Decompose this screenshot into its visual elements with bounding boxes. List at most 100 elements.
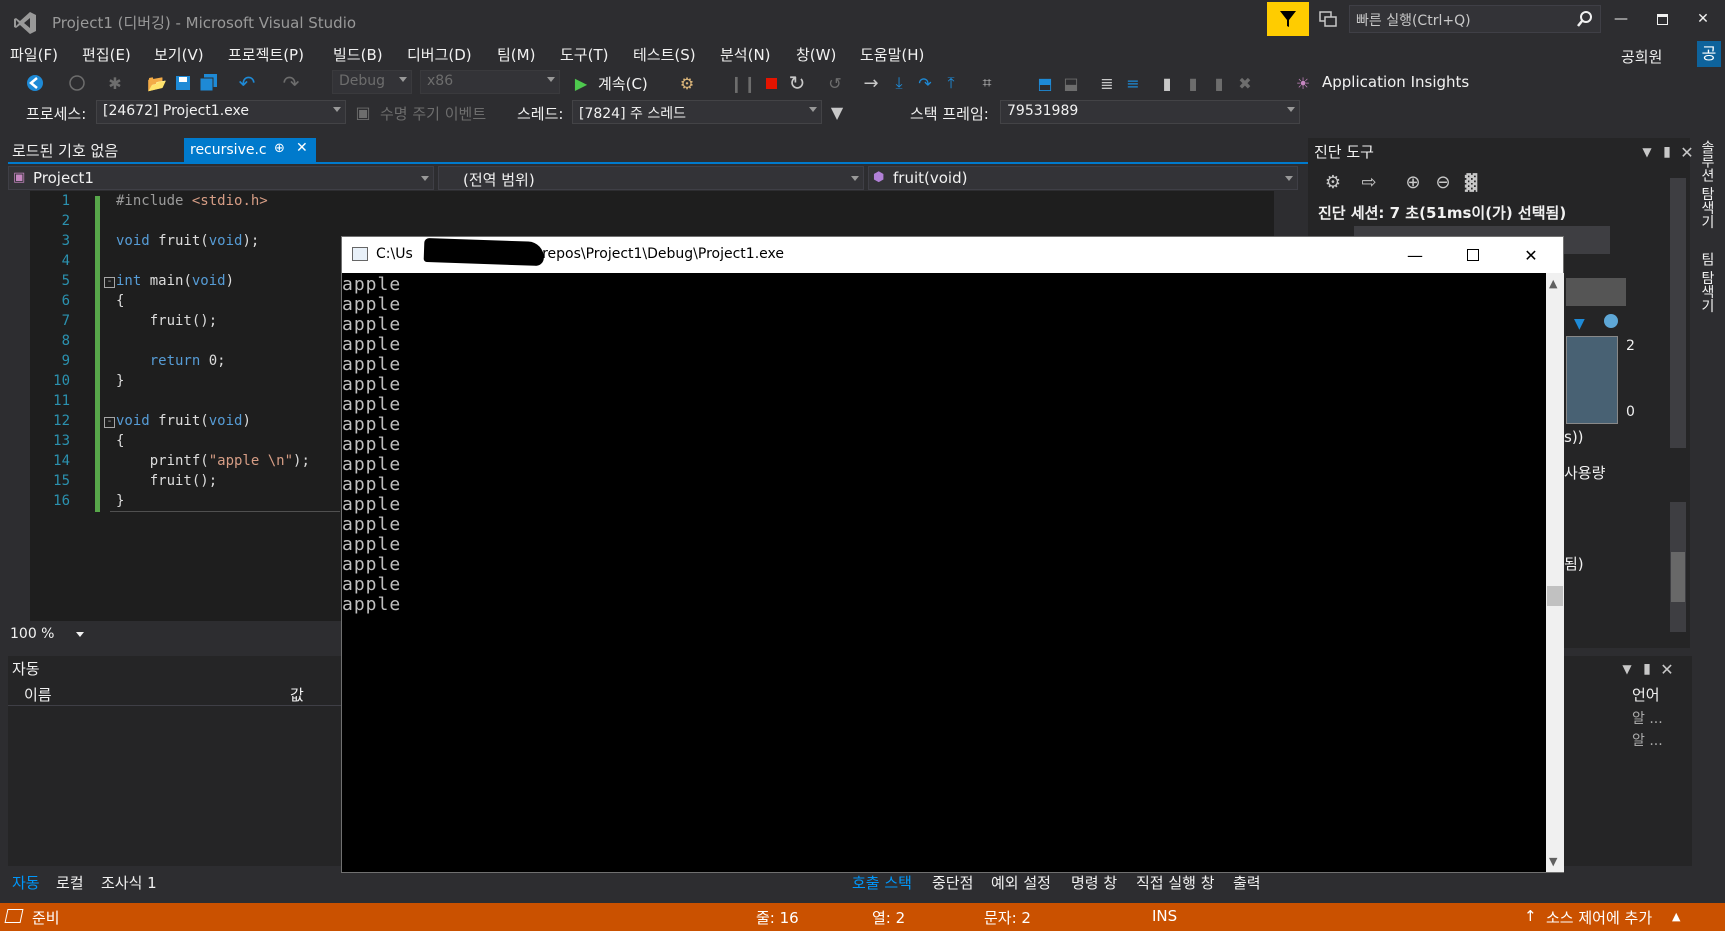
menu-help[interactable]: 도움말(H) [860,44,924,65]
comment-lines-icon[interactable]: ≣ [1096,72,1118,94]
minimize-button[interactable]: — [1606,8,1636,30]
menu-team[interactable]: 팀(M) [497,44,535,65]
save-all-icon[interactable] [198,72,220,94]
menu-tools[interactable]: 도구(T) [560,44,608,65]
tab-autos[interactable]: 자동 [12,872,40,893]
menu-file[interactable]: 파일(F) [10,44,58,65]
tab-breakpoints[interactable]: 중단점 [932,872,973,893]
step-into-icon[interactable]: ⤓ [888,72,910,94]
collapse-main-icon[interactable]: - [104,277,115,288]
navigate-back-icon[interactable] [24,72,46,94]
export-icon[interactable]: ⇨ [1358,171,1380,193]
tab-watch-1[interactable]: 조사식 1 [101,872,157,893]
zoom-select[interactable]: 100 % [10,626,54,642]
undo-icon[interactable]: ↶ [236,71,258,95]
open-folder-icon[interactable]: 📂 [146,72,168,94]
close-button[interactable]: ✕ [1688,8,1718,30]
close-tab-icon[interactable]: ✕ [296,140,308,156]
source-control-arrow-icon[interactable]: ↑ [1524,907,1537,925]
tab-command-window[interactable]: 명령 창 [1071,872,1117,893]
panel-dropdown-icon[interactable]: ▼ [1636,141,1658,163]
console-scroll-thumb[interactable] [1547,586,1563,606]
solution-explorer-tab[interactable]: 솔루션 탐색기 [1697,140,1717,228]
console-minimize-button[interactable]: — [1392,240,1438,270]
uncomment-lines-icon[interactable]: ≡ [1122,72,1144,94]
breakpoint-margin[interactable] [8,191,30,621]
continue-button[interactable]: 계속(C) [598,73,648,94]
navigate-forward-icon[interactable] [66,72,88,94]
application-insights-button[interactable]: Application Insights [1322,73,1469,91]
user-name[interactable]: 공희원 [1621,46,1662,67]
console-scrollbar[interactable]: ▲ ▼ [1546,273,1564,872]
step-out-icon[interactable]: ⤒ [940,72,962,94]
add-to-source-control-button[interactable]: 소스 제어에 추가 [1546,907,1652,928]
menu-build[interactable]: 빌드(B) [333,44,383,65]
nav-scope-select[interactable]: (전역 범위) [438,166,864,190]
tab-exception-settings[interactable]: 예외 설정 [991,872,1051,893]
show-threads-icon[interactable]: ⬒ [1034,72,1056,94]
column-name[interactable]: 이름 [24,684,52,705]
console-close-button[interactable]: ✕ [1508,240,1554,270]
bottom-panel-dropdown-icon[interactable]: ▼ [1616,658,1638,680]
flag-thread-icon[interactable]: ▼ [826,101,848,123]
scroll-up-icon[interactable]: ▲ [1549,277,1557,290]
column-value[interactable]: 값 [290,684,304,705]
menu-analyze[interactable]: 분석(N) [720,44,771,65]
process-attach-icon[interactable]: ⚙ [676,72,698,94]
menu-test[interactable]: 테스트(S) [633,44,696,65]
menu-edit[interactable]: 편집(E) [82,44,131,65]
tab-recursive-c[interactable]: recursive.c ⊕ ✕ [184,138,316,164]
tab-call-stack[interactable]: 호출 스택 [852,872,912,893]
hex-display-icon[interactable]: ⌗ [976,72,998,94]
diagnostic-scroll-thumb[interactable] [1671,552,1685,602]
save-icon[interactable] [172,72,194,94]
menu-debug[interactable]: 디버그(D) [407,44,472,65]
nav-project-select[interactable]: ▣ Project1 [8,166,434,190]
tab-output[interactable]: 출력 [1233,872,1261,893]
thread-select[interactable]: [7824] 주 스레드 [572,100,822,124]
stop-icon[interactable] [760,72,782,94]
pin-icon[interactable]: ⊕ [274,141,285,156]
team-explorer-tab[interactable]: 팀 탐색기 [1697,252,1717,312]
nav-function-select[interactable]: ⬢ fruit(void) [868,166,1298,190]
quick-launch-input[interactable]: 빠른 실행(Ctrl+Q) [1349,5,1601,33]
thread-filter-icon[interactable]: ⬓ [1060,72,1082,94]
prev-bookmark-icon[interactable]: ▮ [1182,72,1204,94]
maximize-button[interactable] [1647,8,1677,30]
show-next-statement-icon[interactable]: ↺ [824,72,846,94]
solution-configuration-select[interactable]: Debug [332,70,412,94]
menu-project[interactable]: 프로젝트(P) [228,44,304,65]
settings-gear-icon[interactable]: ⚙ [1322,171,1344,193]
scroll-down-icon[interactable]: ▼ [1549,855,1557,868]
collapse-fruit-icon[interactable]: - [104,417,115,428]
process-select[interactable]: [24672] Project1.exe [96,100,346,124]
next-bookmark-icon[interactable]: ▮ [1208,72,1230,94]
avatar[interactable]: 공 [1697,41,1721,67]
step-arrow-icon[interactable]: → [860,72,882,94]
menu-view[interactable]: 보기(V) [154,44,204,65]
continue-icon[interactable]: ▶ [570,72,592,94]
lifecycle-events-icon[interactable]: ▣ [352,101,374,123]
tab-immediate-window[interactable]: 직접 실행 창 [1136,872,1215,893]
tab-locals[interactable]: 로컬 [56,872,84,893]
tab-no-symbols-loaded[interactable]: 로드된 기호 없음 [12,140,118,161]
solution-platform-select[interactable]: x86 [420,70,560,94]
zoom-in-icon[interactable]: ⊕ [1402,171,1424,193]
zoom-out-icon[interactable]: ⊖ [1432,171,1454,193]
feedback-filter-button[interactable] [1267,2,1309,36]
clear-bookmarks-icon[interactable]: ✖ [1234,72,1256,94]
bottom-panel-close-icon[interactable]: ✕ [1656,658,1678,680]
pause-icon[interactable]: ❙❙ [730,72,757,94]
diagnostic-scrollbar[interactable] [1670,178,1686,448]
bottom-panel-pin-icon[interactable]: ▮ [1636,658,1658,680]
source-control-caret-icon[interactable]: ▲ [1672,910,1680,923]
restart-icon[interactable]: ↻ [786,71,808,95]
redo-icon[interactable]: ↷ [280,71,302,95]
bookmark-icon[interactable]: ▮ [1156,72,1178,94]
chart-icon[interactable]: ▓ [1460,171,1482,193]
console-maximize-button[interactable] [1450,240,1496,270]
lifecycle-events-button[interactable]: 수명 주기 이벤트 [380,103,486,124]
new-item-icon[interactable]: ✱ [104,72,126,94]
panel-pin-icon[interactable]: ▮ [1656,141,1678,163]
column-language[interactable]: 언어 [1632,684,1660,705]
